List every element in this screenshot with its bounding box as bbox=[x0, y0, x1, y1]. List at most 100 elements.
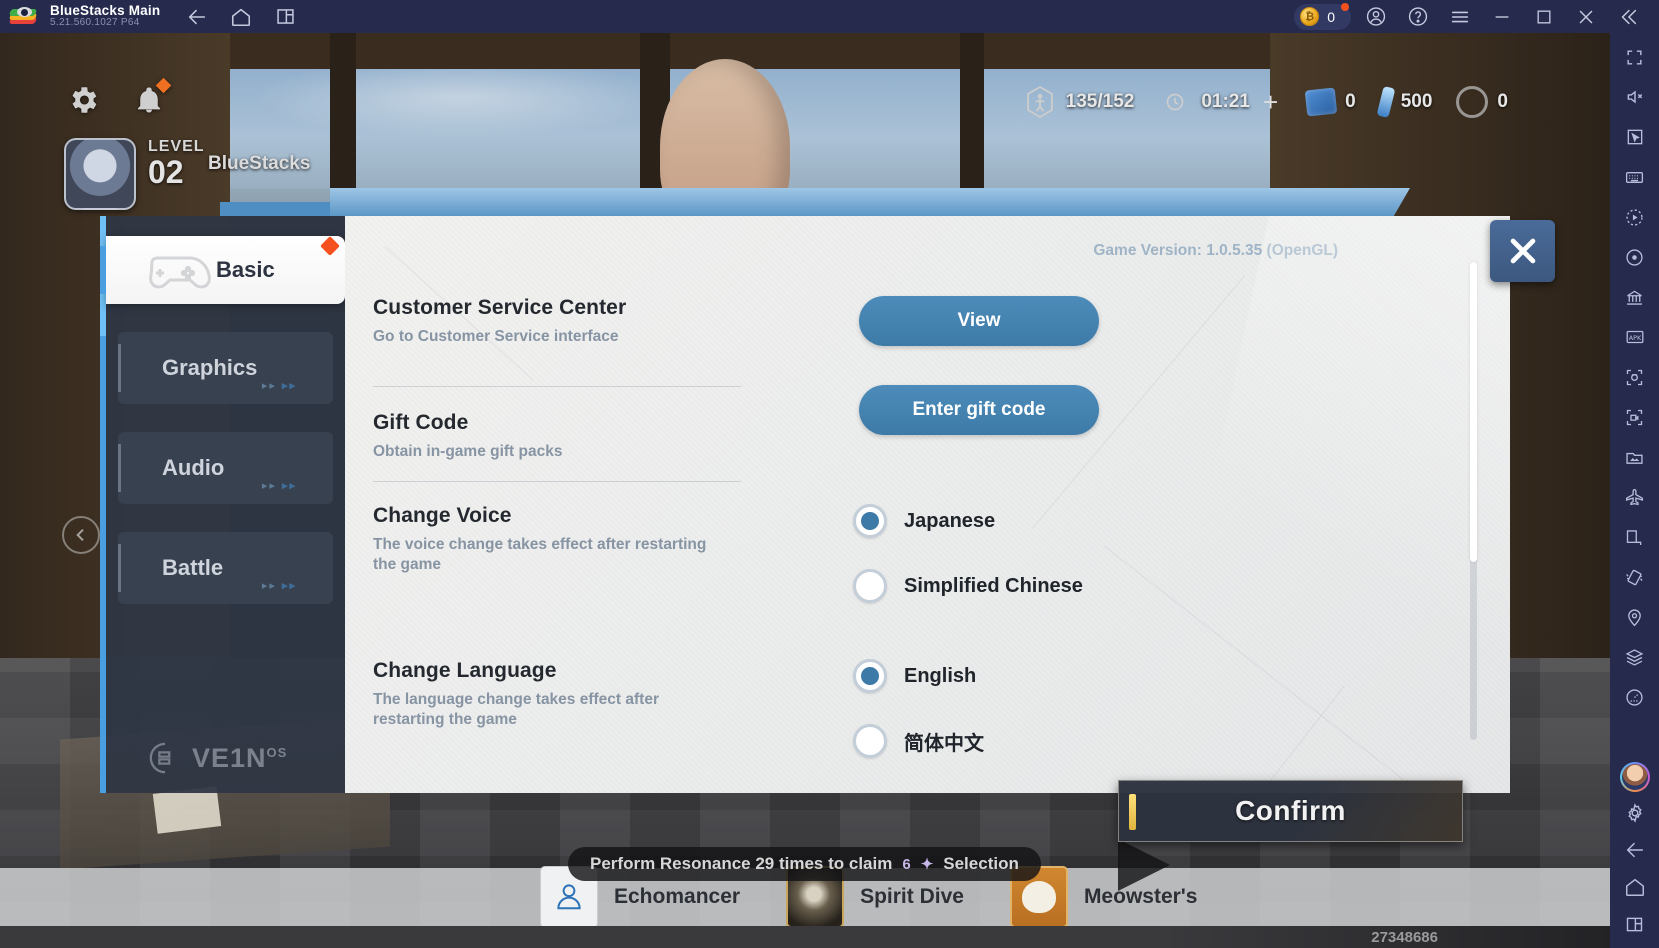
android-bottom-strip: 27348686 bbox=[0, 926, 1610, 948]
currency-blue-group[interactable]: 0 bbox=[1294, 87, 1368, 117]
game-settings-gear-icon[interactable] bbox=[66, 83, 100, 122]
settings-content: Game Version: 1.0.5.35 (OpenGL) Customer… bbox=[345, 216, 1510, 793]
screenshot-icon[interactable] bbox=[1619, 361, 1651, 393]
enter-gift-code-button[interactable]: Enter gift code bbox=[859, 385, 1099, 435]
quest-banner[interactable]: Perform Resonance 29 times to claim 6 ✦ … bbox=[568, 847, 1041, 881]
stamina-timer-group: 01:21 + bbox=[1146, 83, 1294, 121]
mute-icon[interactable] bbox=[1619, 81, 1651, 113]
row-divider bbox=[373, 386, 741, 387]
recents-icon[interactable] bbox=[1619, 908, 1651, 940]
radio-option-simplified-chinese-language[interactable]: 简体中文 bbox=[853, 724, 984, 758]
back-arrow-icon[interactable] bbox=[186, 6, 208, 28]
panel-topbar bbox=[330, 188, 1410, 216]
performance-icon[interactable] bbox=[1619, 681, 1651, 713]
add-stamina-button[interactable]: + bbox=[1263, 89, 1278, 115]
shake-icon[interactable] bbox=[1619, 561, 1651, 593]
install-apk-icon[interactable]: APK bbox=[1619, 321, 1651, 353]
radio-button[interactable] bbox=[853, 659, 887, 693]
settings-tab-list: Basic Graphics ▸▸ ▸▸ Audio ▸▸ ▸▸ Battle … bbox=[100, 216, 345, 632]
record-icon[interactable] bbox=[1619, 241, 1651, 273]
radio-option-japanese[interactable]: Japanese bbox=[853, 504, 995, 538]
radio-label: Japanese bbox=[904, 509, 996, 532]
game-version-label: Game Version: 1.0.5.35 (OpenGL) bbox=[1093, 242, 1338, 259]
multi-instance-icon[interactable] bbox=[274, 6, 296, 28]
multi-instance-manager-icon[interactable] bbox=[1619, 281, 1651, 313]
stamina-icon bbox=[1023, 83, 1057, 121]
player-name: BlueStacks bbox=[208, 153, 311, 174]
tab-notification-badge bbox=[320, 236, 340, 256]
titlebar-nav-icons bbox=[186, 6, 296, 28]
settings-tab-label: Graphics bbox=[162, 355, 258, 380]
back-arrow-icon[interactable] bbox=[1619, 834, 1651, 866]
confirm-button[interactable]: Confirm bbox=[1118, 780, 1463, 842]
account-icon[interactable] bbox=[1365, 6, 1387, 28]
coin-icon: ₿ bbox=[1300, 7, 1320, 26]
cursor-icon[interactable] bbox=[1619, 121, 1651, 153]
window-version: 5.21.560.1027 P64 bbox=[50, 17, 140, 29]
veinos-logo: VE1NOS bbox=[148, 741, 287, 775]
settings-scrollbar-thumb[interactable] bbox=[1470, 262, 1477, 562]
maximize-icon[interactable] bbox=[1533, 6, 1555, 28]
view-button[interactable]: View bbox=[859, 296, 1099, 346]
svg-text:APK: APK bbox=[1628, 334, 1641, 342]
quest-arrow-decoration bbox=[1118, 839, 1170, 891]
home-icon[interactable] bbox=[1619, 871, 1651, 903]
settings-tab-battle[interactable]: Battle ▸▸ ▸▸ bbox=[118, 532, 333, 604]
keyboard-icon[interactable] bbox=[1619, 161, 1651, 193]
settings-tab-audio[interactable]: Audio ▸▸ ▸▸ bbox=[118, 432, 333, 504]
close-dialog-button[interactable] bbox=[1490, 220, 1555, 282]
currency-ring-group[interactable]: 0 bbox=[1444, 86, 1520, 118]
currency-crystal-group[interactable]: 500 bbox=[1368, 85, 1445, 119]
background-paper bbox=[152, 786, 222, 834]
settings-tab-label: Battle bbox=[162, 555, 224, 580]
notification-bell-icon[interactable] bbox=[134, 77, 172, 122]
settings-sidebar: Basic Graphics ▸▸ ▸▸ Audio ▸▸ ▸▸ Battle … bbox=[100, 216, 345, 793]
radio-button[interactable] bbox=[853, 724, 887, 758]
setting-description: Go to Customer Service interface bbox=[373, 328, 619, 345]
setting-description: The voice change takes effect after rest… bbox=[373, 536, 707, 573]
rotate-portrait-icon[interactable] bbox=[1619, 521, 1651, 553]
layers-icon[interactable] bbox=[1619, 641, 1651, 673]
bottom-nav-label: Echomancer bbox=[614, 885, 741, 908]
user-avatar[interactable] bbox=[1619, 762, 1650, 792]
help-icon[interactable] bbox=[1407, 6, 1429, 28]
radio-button[interactable] bbox=[853, 569, 887, 603]
settings-dialog: Basic Graphics ▸▸ ▸▸ Audio ▸▸ ▸▸ Battle … bbox=[100, 188, 1510, 793]
airplane-icon[interactable] bbox=[1619, 481, 1651, 513]
radio-option-english[interactable]: English bbox=[853, 659, 976, 693]
hud-resource-bar: 135/152 01:21 + 0 500 0 bbox=[1011, 83, 1520, 121]
settings-gear-icon[interactable] bbox=[1619, 797, 1651, 829]
background-beam bbox=[210, 33, 1340, 69]
confirm-label: Confirm bbox=[1235, 795, 1346, 826]
screen-root: LEVEL 02 BlueStacks 135/152 01:21 + 0 50… bbox=[0, 0, 1659, 948]
collapse-sidebar-icon[interactable] bbox=[1617, 6, 1639, 28]
close-icon[interactable] bbox=[1575, 6, 1597, 28]
screen-record-icon[interactable] bbox=[1619, 401, 1651, 433]
settings-tab-graphics[interactable]: Graphics ▸▸ ▸▸ bbox=[118, 332, 333, 404]
menu-icon[interactable] bbox=[1449, 6, 1471, 28]
currency-crystal-value: 500 bbox=[1400, 91, 1433, 112]
crystal-currency-icon bbox=[1376, 85, 1396, 119]
bottom-nav-label: Spirit Dive bbox=[860, 885, 964, 908]
chevron-right-icon: ▸▸ ▸▸ bbox=[261, 480, 297, 492]
prev-page-arrow-icon[interactable] bbox=[62, 516, 100, 554]
coin-notification-dot bbox=[1341, 2, 1349, 11]
location-icon[interactable] bbox=[1619, 601, 1651, 633]
home-icon[interactable] bbox=[230, 6, 252, 28]
stamina-group[interactable]: 135/152 bbox=[1011, 83, 1147, 121]
settings-tab-label: Basic bbox=[216, 257, 275, 282]
settings-scrollbar-track[interactable] bbox=[1470, 262, 1477, 740]
settings-tab-basic[interactable]: Basic bbox=[100, 236, 345, 304]
macro-play-icon[interactable] bbox=[1619, 201, 1651, 233]
currency-ring-value: 0 bbox=[1497, 91, 1508, 112]
coin-balance-chip[interactable]: ₿ 0 bbox=[1294, 2, 1351, 30]
fullscreen-icon[interactable] bbox=[1619, 41, 1651, 73]
currency-blue-value: 0 bbox=[1345, 91, 1356, 112]
radio-label: English bbox=[904, 664, 977, 687]
radio-option-simplified-chinese-voice[interactable]: Simplified Chinese bbox=[853, 569, 1083, 603]
coin-count: 0 bbox=[1327, 8, 1335, 25]
quest-text-suffix: Selection bbox=[943, 854, 1019, 873]
radio-button[interactable] bbox=[853, 504, 887, 538]
minimize-icon[interactable] bbox=[1491, 6, 1513, 28]
media-manager-icon[interactable] bbox=[1619, 441, 1651, 473]
